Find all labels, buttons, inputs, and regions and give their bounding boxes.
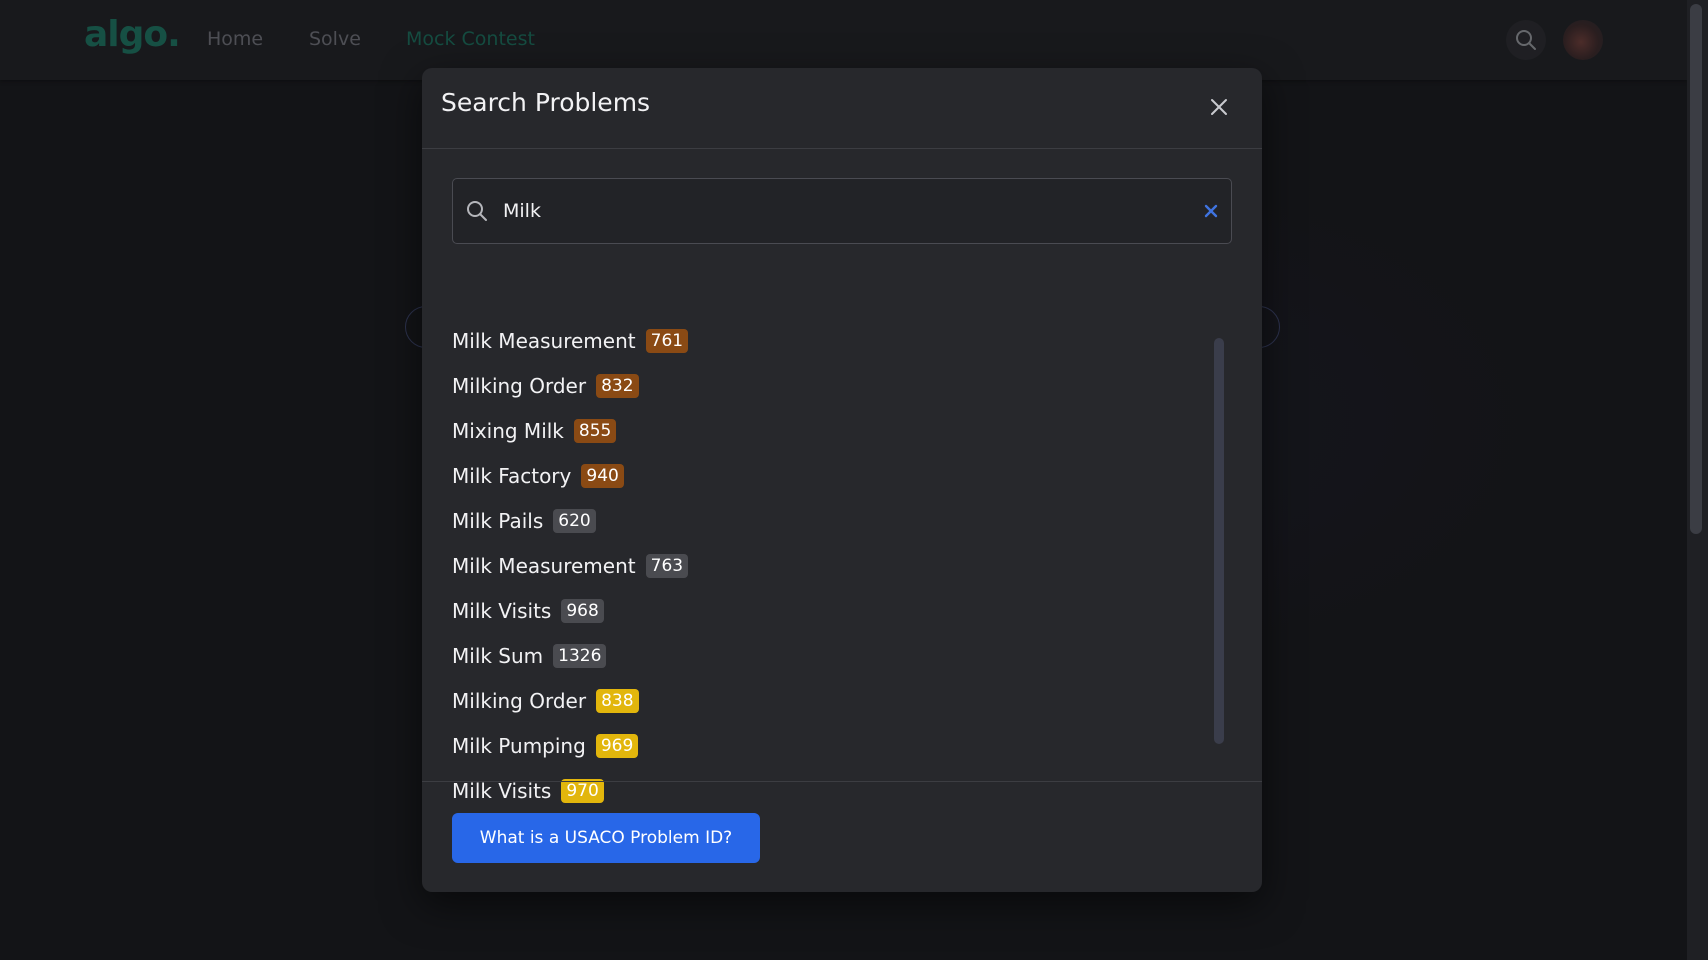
result-item[interactable]: Milk Sum 1326 bbox=[452, 636, 607, 676]
app-root: algo. Home Solve Mock Contest Search Pro… bbox=[0, 0, 1708, 960]
close-icon bbox=[1211, 99, 1227, 115]
result-name: Milking Order bbox=[452, 689, 587, 713]
search-input[interactable] bbox=[503, 179, 1183, 243]
modal-title: Search Problems bbox=[441, 88, 651, 117]
problem-id-badge: 940 bbox=[581, 464, 624, 488]
modal-footer-divider bbox=[422, 781, 1262, 782]
result-item[interactable]: Milk Visits 970 bbox=[452, 771, 604, 811]
result-item[interactable]: Milk Factory 940 bbox=[452, 456, 624, 496]
search-icon bbox=[467, 201, 487, 221]
result-item[interactable]: Milk Measurement 763 bbox=[452, 546, 689, 586]
result-name: Milk Pumping bbox=[452, 734, 586, 758]
search-problems-modal: Search Problems Milk Measurement 761 bbox=[422, 68, 1262, 892]
result-item[interactable]: Milking Order 832 bbox=[452, 366, 639, 406]
result-name: Milk Pails bbox=[452, 509, 544, 533]
close-button[interactable] bbox=[1204, 92, 1234, 122]
modal-header-divider bbox=[422, 148, 1262, 149]
problem-id-badge: 970 bbox=[561, 779, 604, 803]
result-name: Milk Measurement bbox=[452, 554, 636, 578]
result-item[interactable]: Milk Measurement 761 bbox=[452, 321, 689, 361]
result-name: Milk Visits bbox=[452, 779, 552, 803]
result-item[interactable]: Milk Pails 620 bbox=[452, 501, 596, 541]
result-name: Milk Sum bbox=[452, 644, 544, 668]
problem-id-badge: 968 bbox=[561, 599, 604, 623]
result-name: Milk Factory bbox=[452, 464, 572, 488]
problem-id-badge: 855 bbox=[573, 419, 617, 443]
result-item[interactable]: Milk Pumping 969 bbox=[452, 726, 639, 766]
result-item[interactable]: Mixing Milk 855 bbox=[452, 411, 617, 451]
search-field bbox=[452, 178, 1232, 244]
result-name: Milking Order bbox=[452, 374, 587, 398]
results-list: Milk Measurement 761 Milking Order 832 M… bbox=[452, 326, 1212, 826]
problem-id-badge: 761 bbox=[645, 329, 689, 353]
result-name: Milk Visits bbox=[452, 599, 552, 623]
usaco-problem-id-help-button[interactable]: What is a USACO Problem ID? bbox=[452, 813, 760, 863]
clear-icon[interactable] bbox=[1203, 203, 1219, 219]
result-item[interactable]: Milk Visits 968 bbox=[452, 591, 604, 631]
problem-id-badge: 1326 bbox=[553, 644, 607, 668]
result-name: Mixing Milk bbox=[452, 419, 564, 443]
results-scrollbar-thumb[interactable] bbox=[1214, 338, 1224, 744]
problem-id-badge: 838 bbox=[596, 689, 639, 713]
problem-id-badge: 620 bbox=[553, 509, 596, 533]
page-scrollbar-thumb[interactable] bbox=[1690, 4, 1702, 534]
problem-id-badge: 969 bbox=[595, 734, 639, 758]
problem-id-badge: 763 bbox=[645, 554, 689, 578]
result-name: Milk Measurement bbox=[452, 329, 636, 353]
result-item[interactable]: Milking Order 838 bbox=[452, 681, 639, 721]
problem-id-badge: 832 bbox=[596, 374, 639, 398]
